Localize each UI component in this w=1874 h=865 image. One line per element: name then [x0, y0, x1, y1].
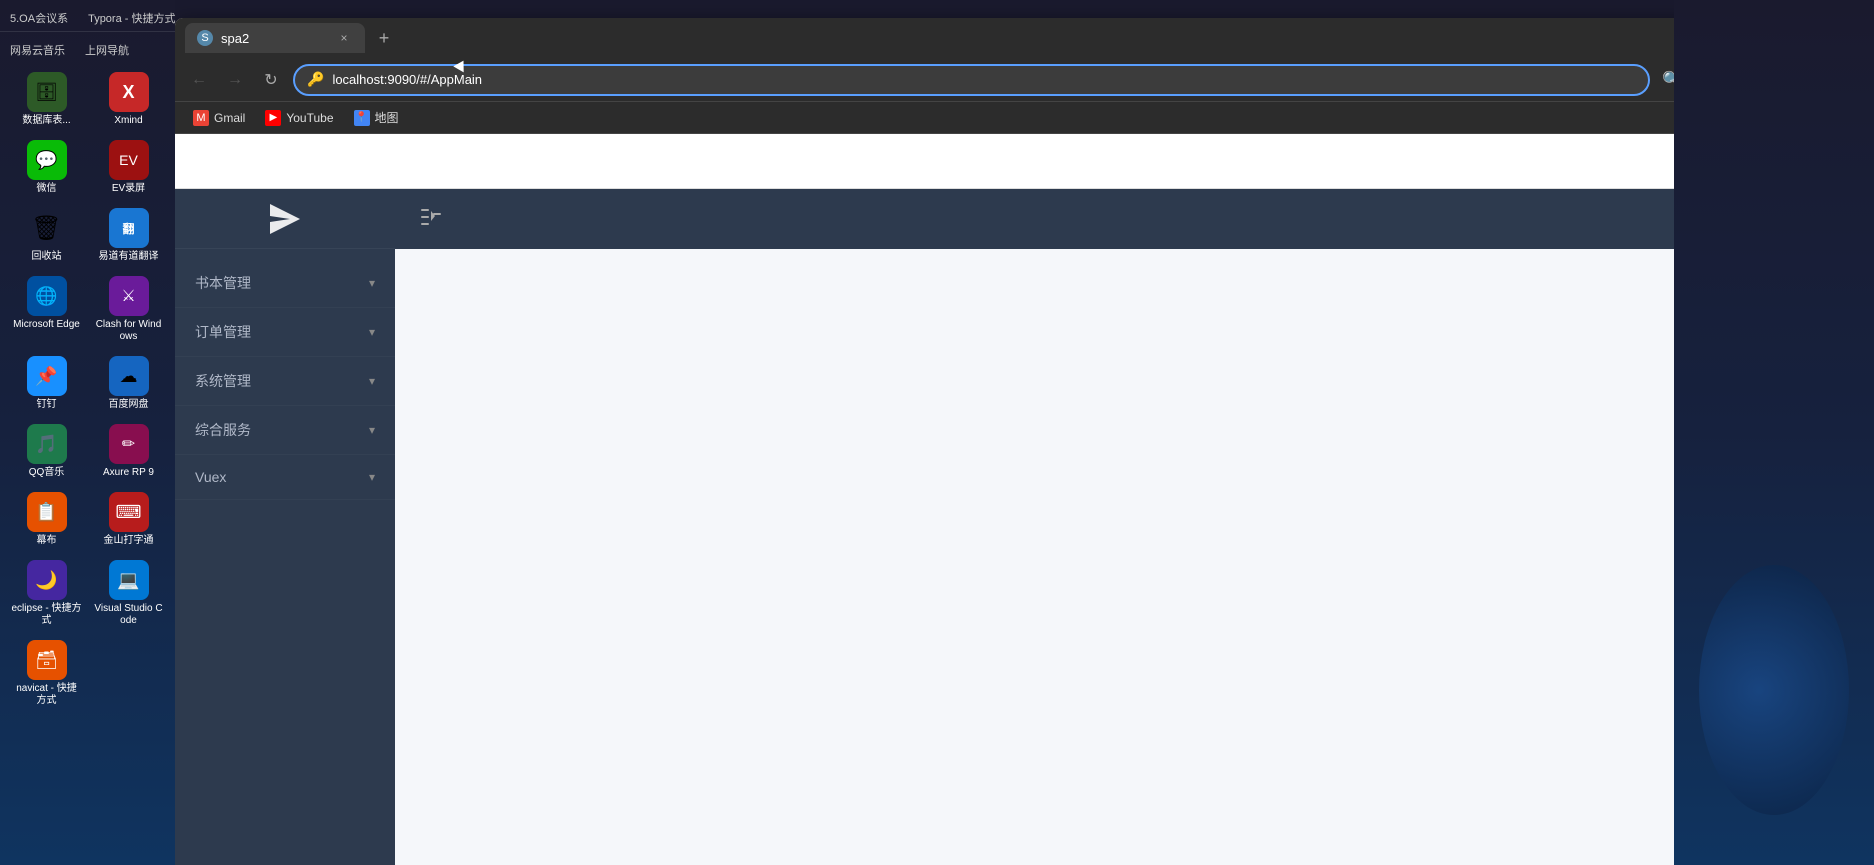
desktop-icon-eclipse[interactable]: 🌙 eclipse - 快捷方式 — [8, 556, 85, 631]
desktop-icon-dingtalk[interactable]: 📌 钉钉 — [8, 352, 85, 415]
web-content: 书本管理 ▾ 订单管理 ▾ 系统管理 ▾ 综合服务 ▾ — [175, 134, 1874, 865]
app-main-header: 超级管理员 ▾ — [395, 189, 1874, 249]
bookmarks-bar: M Gmail ▶ YouTube 📍 地图 📁 所有书签 — [175, 102, 1874, 134]
icon-label-db: 数据库表... — [22, 115, 70, 127]
address-bar[interactable]: 🔑 localhost:9090/#/AppMain — [293, 64, 1650, 96]
desktop-icon-wechat[interactable]: 💬 微信 — [8, 136, 85, 199]
youtube-favicon: ▶ — [265, 110, 281, 126]
sidebar-item-label-vuex: Vuex — [195, 469, 226, 485]
paper-plane-icon — [265, 199, 305, 239]
taskbar-item-music[interactable]: 网易云音乐 — [10, 42, 65, 58]
secure-icon: 🔑 — [307, 71, 324, 88]
chevron-down-icon-vuex: ▾ — [369, 470, 375, 484]
app-header-strip — [175, 134, 1874, 189]
chevron-down-icon-system: ▾ — [369, 374, 375, 388]
desktop-icon-axure[interactable]: ✏ Axure RP 9 — [90, 420, 167, 483]
desktop-icon-qqmusic[interactable]: 🎵 QQ音乐 — [8, 420, 85, 483]
desktop-icon-recycle[interactable]: 🗑 回收站 — [8, 204, 85, 267]
sidebar-item-book-management[interactable]: 书本管理 ▾ — [175, 259, 395, 308]
icon-label-axure: Axure RP 9 — [103, 467, 154, 479]
app-body: 书本管理 ▾ 订单管理 ▾ 系统管理 ▾ 综合服务 ▾ — [175, 189, 1874, 865]
sidebar-item-vuex[interactable]: Vuex ▾ — [175, 455, 395, 500]
tab-favicon: S — [197, 30, 213, 46]
desktop-icon-edge[interactable]: 🌐 Microsoft Edge — [8, 272, 85, 347]
refresh-icon: ↻ — [264, 70, 277, 90]
desktop-icon-translate[interactable]: 翻 易道有道翻译 — [90, 204, 167, 267]
app-main-content — [395, 249, 1874, 865]
desktop-icon-mubu[interactable]: 📋 幕布 — [8, 488, 85, 551]
nav-bar: ← → ↻ 🔑 localhost:9090/#/AppMain 🔍 ↗ ☆ ▣ — [175, 58, 1874, 102]
icon-label-jinshan: 金山打字通 — [104, 535, 154, 547]
gmail-favicon: M — [193, 110, 209, 126]
desktop-icons: 🗄 数据库表... X Xmind 💬 微信 EV EV录屏 🗑 — [0, 63, 175, 716]
chevron-down-icon-services: ▾ — [369, 423, 375, 437]
title-bar: S spa2 × + ⌄ ─ □ × — [175, 18, 1874, 58]
browser-window: S spa2 × + ⌄ ─ □ × ← → ↻ 🔑 localhost:909… — [175, 18, 1874, 865]
sidebar-item-label-services: 综合服务 — [195, 420, 251, 440]
map-favicon: 📍 — [354, 110, 370, 126]
sidebar-logo — [175, 189, 395, 249]
icon-label-baidu: 百度网盘 — [109, 399, 149, 411]
icon-label-dingtalk: 钉钉 — [37, 399, 57, 411]
browser-tab-active[interactable]: S spa2 × — [185, 23, 365, 53]
bookmark-gmail[interactable]: M Gmail — [185, 107, 253, 129]
forward-button[interactable]: → — [221, 66, 249, 94]
sidebar-item-comprehensive-services[interactable]: 综合服务 ▾ — [175, 406, 395, 455]
bookmark-map[interactable]: 📍 地图 — [346, 106, 407, 129]
sidebar-item-label-order: 订单管理 — [195, 322, 251, 342]
desktop-icon-db[interactable]: 🗄 数据库表... — [8, 68, 85, 131]
desktop-icon-clash[interactable]: ⚔ Clash for Windows — [90, 272, 167, 347]
bookmark-map-label: 地图 — [375, 109, 399, 126]
taskbar-top2: 网易云音乐 上网导航 — [0, 37, 175, 63]
icon-label-xmind: Xmind — [114, 115, 142, 127]
icon-label-navicat: navicat - 快捷方式 — [12, 683, 82, 707]
icon-label-ev: EV录屏 — [112, 183, 145, 195]
sidebar-nav: 书本管理 ▾ 订单管理 ▾ 系统管理 ▾ 综合服务 ▾ — [175, 249, 395, 865]
taskbar-top: 5.OA会议系 Typora - 快捷方式 — [0, 5, 175, 32]
back-icon: ← — [191, 71, 207, 89]
sidebar-item-order-management[interactable]: 订单管理 ▾ — [175, 308, 395, 357]
icon-label-recycle: 回收站 — [32, 251, 62, 263]
sidebar-item-label-book: 书本管理 — [195, 273, 251, 293]
desktop-icon-navicat[interactable]: 🗃 navicat - 快捷方式 — [8, 636, 85, 711]
tab-close-button[interactable]: × — [335, 29, 353, 47]
tab-title: spa2 — [221, 31, 327, 46]
desktop-icon-jinshan[interactable]: ⌨ 金山打字通 — [90, 488, 167, 551]
sidebar-item-system-management[interactable]: 系统管理 ▾ — [175, 357, 395, 406]
bookmark-youtube-label: YouTube — [286, 111, 333, 125]
taskbar-item-nav[interactable]: 上网导航 — [85, 42, 129, 58]
desktop-icon-vscode[interactable]: 💻 Visual Studio Code — [90, 556, 167, 631]
globe-decoration — [1699, 565, 1849, 815]
desktop-right — [1674, 0, 1874, 865]
desktop-icon-xmind[interactable]: X Xmind — [90, 68, 167, 131]
back-button[interactable]: ← — [185, 66, 213, 94]
sidebar-item-label-system: 系统管理 — [195, 371, 251, 391]
icon-label-qqmusic: QQ音乐 — [29, 467, 65, 479]
forward-icon: → — [227, 71, 243, 89]
icon-label-translate: 易道有道翻译 — [99, 251, 159, 263]
icon-label-eclipse: eclipse - 快捷方式 — [12, 603, 82, 627]
desktop-icon-ev[interactable]: EV EV录屏 — [90, 136, 167, 199]
sidebar-collapse-button[interactable] — [415, 203, 447, 235]
main-area: 超级管理员 ▾ — [395, 189, 1874, 865]
app-sidebar: 书本管理 ▾ 订单管理 ▾ 系统管理 ▾ 综合服务 ▾ — [175, 189, 395, 865]
taskbar-item-typora[interactable]: Typora - 快捷方式 — [88, 10, 175, 26]
refresh-button[interactable]: ↻ — [257, 66, 285, 94]
tab-area: S spa2 × + — [185, 23, 1760, 53]
chevron-down-icon-book: ▾ — [369, 276, 375, 290]
desktop-icon-baidu[interactable]: ☁ 百度网盘 — [90, 352, 167, 415]
new-tab-button[interactable]: + — [370, 24, 398, 52]
url-text: localhost:9090/#/AppMain — [332, 72, 1636, 87]
bookmark-youtube[interactable]: ▶ YouTube — [257, 107, 341, 129]
icon-label-vscode: Visual Studio Code — [94, 603, 164, 627]
icon-label-edge: Microsoft Edge — [13, 319, 80, 331]
icon-label-clash: Clash for Windows — [94, 319, 164, 343]
bookmark-gmail-label: Gmail — [214, 111, 245, 125]
chevron-down-icon-order: ▾ — [369, 325, 375, 339]
icon-label-mubu: 幕布 — [37, 535, 57, 547]
icon-label-wechat: 微信 — [37, 183, 57, 195]
collapse-icon — [421, 209, 441, 230]
taskbar-item-oa[interactable]: 5.OA会议系 — [10, 10, 68, 26]
desktop-left: 5.OA会议系 Typora - 快捷方式 网易云音乐 上网导航 🗄 数据库表.… — [0, 0, 175, 865]
